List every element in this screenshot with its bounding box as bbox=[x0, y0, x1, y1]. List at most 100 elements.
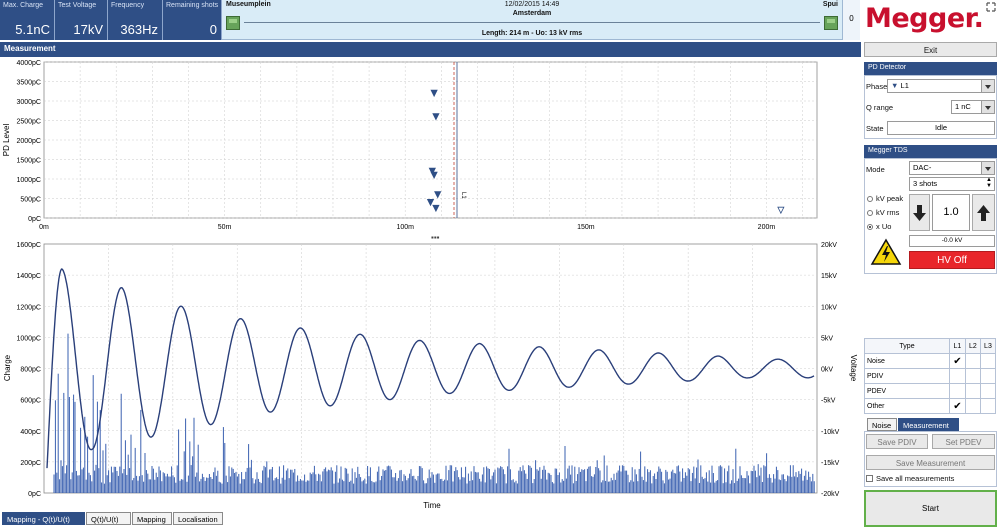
phase-value: L1 bbox=[900, 81, 909, 90]
l1-cell[interactable] bbox=[949, 368, 966, 384]
chevron-down-icon bbox=[981, 80, 994, 92]
l3-cell[interactable] bbox=[979, 368, 997, 384]
pd-marker-label: L1 bbox=[460, 192, 466, 199]
voltage-readout: -0.0 kV bbox=[909, 235, 995, 247]
tds-header: Megger TDS bbox=[864, 145, 997, 158]
check-icon[interactable]: ✔ bbox=[949, 398, 966, 414]
save-pdiv-button[interactable]: Save PDIV bbox=[866, 434, 928, 449]
tab-mapping-qt-ut[interactable]: Mapping - Q(t)/U(t) bbox=[2, 512, 85, 525]
qt-ut-voltage-ticks: 20kV 15kV 10kV 5kV 0kV -5kV -10kV -15kV -20kV bbox=[821, 242, 840, 498]
subtab-noise[interactable]: Noise bbox=[867, 418, 897, 431]
megger-logo: Megger. bbox=[865, 3, 984, 34]
measurement-charts: 4000pC 3500pC 3000pC 2500pC 2000pC 1500pC 1000… bbox=[2, 60, 858, 510]
test-voltage-box: Test Voltage 17kV bbox=[55, 0, 108, 40]
l3-cell[interactable] bbox=[979, 398, 997, 414]
type-header: Type bbox=[864, 338, 950, 354]
charge-tick-label: 0pC bbox=[28, 491, 41, 498]
cable-end-terminal-icon bbox=[824, 16, 838, 30]
voltage-tick-label: -5kV bbox=[821, 398, 836, 405]
level-value-field[interactable]: 1.0 bbox=[932, 194, 970, 231]
subtab-measurement[interactable]: Measurement bbox=[898, 418, 959, 431]
save-all-checkbox[interactable] bbox=[866, 475, 873, 482]
x-tick-label: 50m bbox=[218, 224, 232, 231]
exit-button[interactable]: Exit bbox=[864, 42, 997, 57]
y-tick-label: 2000pC bbox=[16, 138, 41, 145]
pd-map-x-ticks: 0m 50m 100m 150m 200m bbox=[39, 224, 775, 231]
radio-kv-peak[interactable] bbox=[867, 196, 873, 202]
save-measurement-button[interactable]: Save Measurement bbox=[866, 455, 995, 470]
stepper-arrows-icon[interactable]: ▲ ▼ bbox=[986, 177, 992, 189]
y-tick-label: 500pC bbox=[20, 197, 41, 204]
mode-select[interactable]: DAC- bbox=[909, 161, 995, 175]
max-charge-value: 5.1nC bbox=[15, 22, 50, 37]
hv-off-button[interactable]: HV Off bbox=[909, 251, 995, 269]
tab-qt-ut[interactable]: Q(t)/U(t) bbox=[86, 512, 131, 525]
pd-map-y-ticks: 4000pC 3500pC 3000pC 2500pC 2000pC 1500pC 1000… bbox=[16, 60, 41, 223]
radio-x-uo-label: x Uo bbox=[876, 222, 892, 231]
x-tick-label: 150m bbox=[577, 224, 595, 231]
max-charge-label: Max. Charge bbox=[3, 2, 44, 9]
remaining-shots-label: Remaining shots bbox=[166, 2, 219, 9]
shots-stepper[interactable]: 3 shots ▲ ▼ bbox=[909, 177, 995, 191]
state-label: State bbox=[866, 124, 884, 133]
l3-cell[interactable] bbox=[979, 383, 997, 399]
voltage-axis-label: Voltage bbox=[849, 355, 858, 382]
y-tick-label: 3500pC bbox=[16, 80, 41, 87]
l2-cell[interactable] bbox=[964, 398, 981, 414]
measurement-header: Measurement bbox=[0, 42, 861, 57]
l3-cell[interactable] bbox=[979, 353, 997, 369]
l2-cell[interactable] bbox=[964, 353, 981, 369]
l3-header: L3 bbox=[979, 338, 997, 354]
type-cell: PDEV bbox=[864, 383, 950, 399]
splitter-handle-icon[interactable]: ▪▪▪ bbox=[431, 233, 440, 242]
arrow-down-icon bbox=[913, 205, 926, 221]
pd-type-table: Type L1 L2 L3 Noise ✔ PDIV PDEV Other ✔ bbox=[864, 338, 997, 414]
voltage-tick-label: 15kV bbox=[821, 273, 837, 280]
voltage-tick-label: 0kV bbox=[821, 367, 833, 374]
voltage-tick-label: -10kV bbox=[821, 429, 840, 436]
l1-header: L1 bbox=[949, 338, 966, 354]
shots-value: 3 shots bbox=[913, 179, 938, 188]
type-cell: Other bbox=[864, 398, 950, 414]
check-icon[interactable]: ✔ bbox=[949, 353, 966, 369]
voltage-tick-label: 10kV bbox=[821, 304, 837, 311]
decrease-level-button[interactable] bbox=[909, 194, 930, 231]
charge-tick-label: 200pC bbox=[20, 460, 41, 467]
counter-box: 0 bbox=[842, 0, 860, 40]
charge-tick-label: 400pC bbox=[20, 429, 41, 436]
x-tick-label: 100m bbox=[396, 224, 414, 231]
charge-tick-label: 1000pC bbox=[16, 335, 41, 342]
l2-cell[interactable] bbox=[964, 383, 981, 399]
start-button[interactable]: Start bbox=[864, 490, 997, 527]
tab-mapping[interactable]: Mapping bbox=[132, 512, 172, 525]
l1-cell[interactable] bbox=[949, 383, 966, 399]
type-cell: Noise bbox=[864, 353, 950, 369]
l2-header: L2 bbox=[964, 338, 981, 354]
charge-tick-label: 600pC bbox=[20, 398, 41, 405]
increase-level-button[interactable] bbox=[972, 194, 995, 231]
phase-select[interactable]: ▼ L1 bbox=[887, 79, 995, 93]
save-all-label: Save all measurements bbox=[876, 474, 955, 483]
datetime-label: 12/02/2015 14:49 bbox=[504, 1, 560, 8]
state-value: Idle bbox=[887, 121, 995, 135]
q-range-select[interactable]: 1 nC bbox=[951, 100, 995, 114]
y-tick-label: 3000pC bbox=[16, 99, 41, 106]
table-row: Other ✔ bbox=[864, 398, 997, 414]
set-pdev-button[interactable]: Set PDEV bbox=[932, 434, 995, 449]
y-tick-label: 2500pC bbox=[16, 119, 41, 126]
cable-start-terminal-icon bbox=[226, 16, 240, 30]
frequency-label: Frequency bbox=[111, 2, 145, 9]
y-tick-label: 1000pC bbox=[16, 177, 41, 184]
remaining-shots-box: Remaining shots 0 bbox=[163, 0, 222, 40]
fullscreen-icon[interactable] bbox=[986, 2, 996, 12]
phase-label: Phase bbox=[866, 82, 888, 91]
l2-cell[interactable] bbox=[964, 368, 981, 384]
phase-marker-icon: ▼ bbox=[891, 81, 899, 90]
tab-localisation[interactable]: Localisation bbox=[173, 512, 223, 525]
radio-x-uo[interactable] bbox=[867, 224, 873, 230]
table-row: Noise ✔ bbox=[864, 353, 997, 369]
test-voltage-label: Test Voltage bbox=[58, 2, 97, 9]
voltage-tick-label: 20kV bbox=[821, 242, 837, 249]
radio-kv-rms[interactable] bbox=[867, 210, 873, 216]
charge-tick-label: 800pC bbox=[20, 367, 41, 374]
